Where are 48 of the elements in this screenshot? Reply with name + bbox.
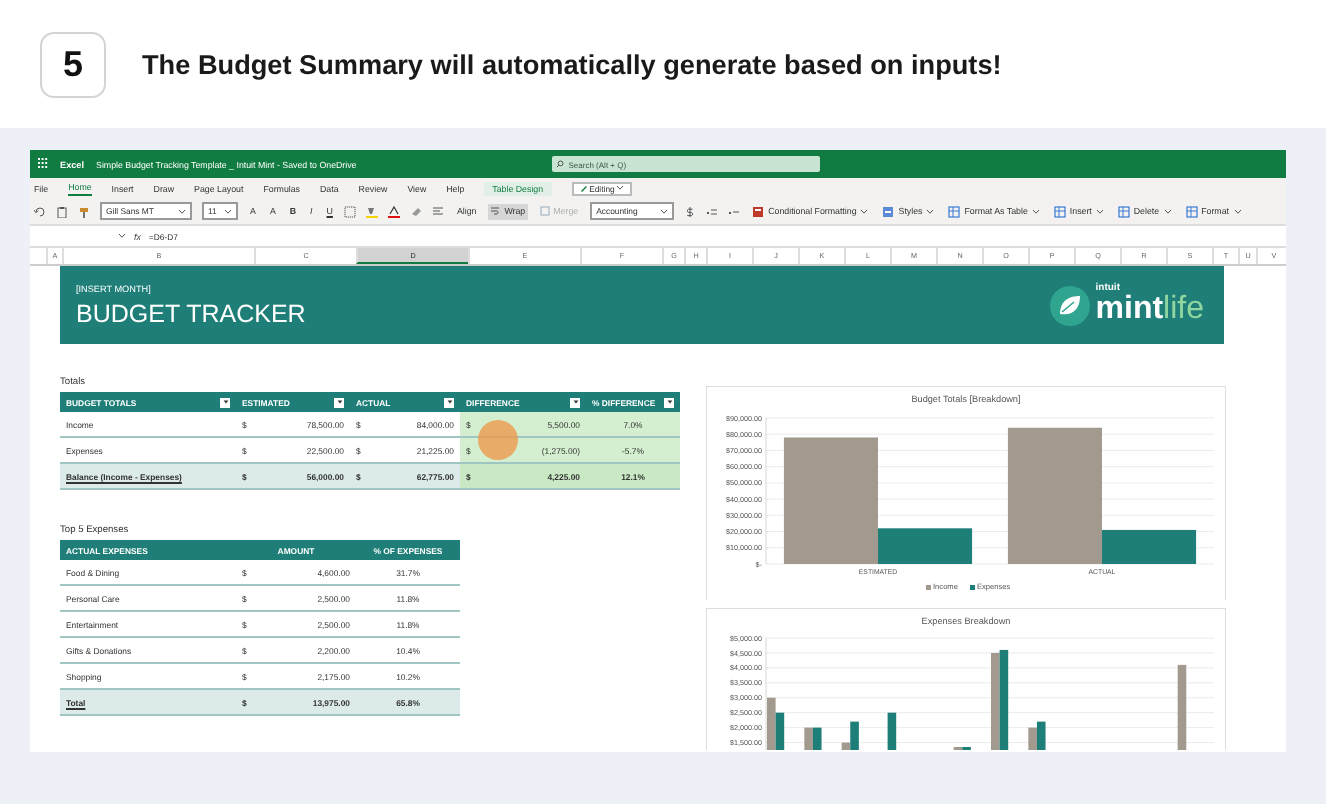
bar <box>1177 664 1187 750</box>
filter-button[interactable] <box>334 397 344 407</box>
font-color-icon[interactable] <box>388 205 401 217</box>
fill-color-icon[interactable] <box>366 205 379 217</box>
increase-decimal-icon[interactable] <box>706 205 719 217</box>
caret-icon <box>860 207 869 215</box>
filter-button[interactable] <box>570 397 580 407</box>
clipboard-icon[interactable] <box>56 205 68 217</box>
table-icon <box>1117 205 1130 217</box>
caret-icon <box>660 207 669 215</box>
bar <box>887 712 897 750</box>
step-number-badge: 5 <box>40 31 106 97</box>
step-instruction: The Budget Summary will automatically generate based on inputs! <box>142 49 1002 79</box>
banner-title: BUDGET TRACKER <box>76 299 306 327</box>
filter-button[interactable] <box>220 397 230 407</box>
styles-icon <box>882 205 895 217</box>
caret-icon <box>224 207 232 215</box>
format-painter-icon[interactable] <box>78 205 90 217</box>
caret-icon <box>1095 207 1104 215</box>
caret-icon <box>118 232 126 240</box>
legend-swatch <box>926 585 931 590</box>
caret-icon <box>571 398 579 406</box>
caret-icon <box>335 398 343 406</box>
caret-icon <box>221 398 229 406</box>
caret-icon <box>616 184 625 192</box>
currency-icon[interactable] <box>684 205 697 217</box>
clear-icon[interactable] <box>410 205 423 217</box>
caret-icon <box>1233 207 1241 215</box>
caret-icon <box>445 398 453 406</box>
wrap-text-icon <box>490 206 501 216</box>
table-icon <box>1053 205 1066 217</box>
logo-suffix: life <box>1163 294 1204 326</box>
caret-icon <box>1031 207 1040 215</box>
merge-cells-icon <box>539 206 550 216</box>
table-icon <box>948 205 961 217</box>
decrease-decimal-icon[interactable] <box>728 205 741 217</box>
leaf-logo-icon <box>1049 285 1090 325</box>
caret-icon <box>178 207 186 215</box>
legend-swatch <box>970 585 975 590</box>
caret-icon <box>1163 207 1172 215</box>
caret-icon <box>926 207 935 215</box>
undo-icon[interactable] <box>34 205 46 217</box>
logo-name: mint <box>1095 294 1164 326</box>
filter-button[interactable] <box>664 397 674 407</box>
caret-icon <box>665 398 673 406</box>
table-icon <box>1185 205 1198 217</box>
filter-button[interactable] <box>444 397 454 407</box>
pencil-icon <box>579 184 588 192</box>
